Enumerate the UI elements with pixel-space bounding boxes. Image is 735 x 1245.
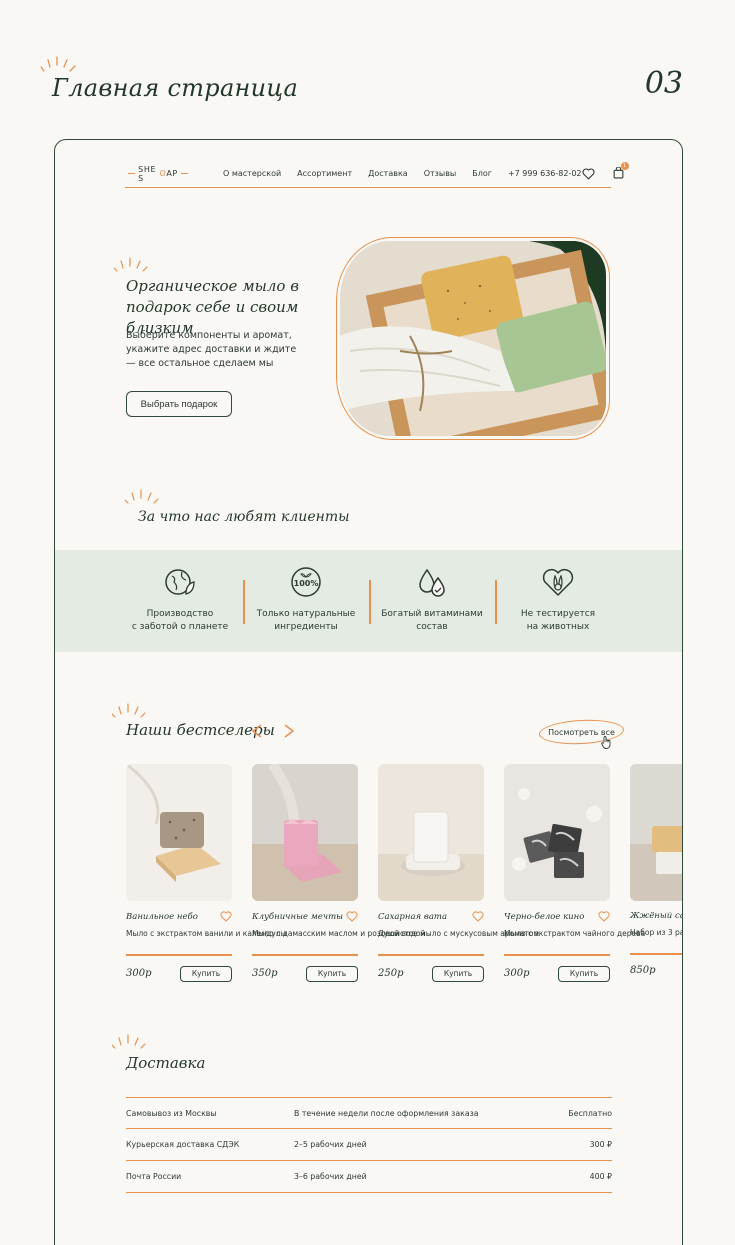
bunny-heart-icon — [542, 568, 574, 596]
arrow-right-icon[interactable] — [283, 724, 295, 738]
product-description: Мыло с экстрактом чайного дерева — [504, 929, 646, 938]
logo[interactable]: SHE S O AP — [125, 165, 191, 183]
natural-100-icon: 100% — [291, 567, 321, 597]
delivery-time: В течение недели после оформления заказа — [294, 1108, 479, 1118]
hand-cursor-icon — [601, 736, 611, 749]
delivery-method: Курьерская доставка СДЭК — [126, 1140, 240, 1149]
product-image[interactable] — [126, 764, 232, 901]
delivery-table: Самовывоз из Москвы В течение недели пос… — [126, 1097, 612, 1193]
planet-leaf-icon — [165, 569, 195, 595]
hero-text: Выберите компоненты и аромат, укажите ад… — [126, 330, 297, 369]
buy-button[interactable]: Купить — [432, 965, 484, 982]
cart-button[interactable]: 1 — [613, 161, 629, 181]
page-number: 03 — [644, 66, 683, 101]
drops-icon — [419, 568, 445, 597]
why-section-title: За что нас любят клиенты — [138, 509, 350, 525]
table-row: Почта России 3–6 рабочих дней 400 ₽ — [126, 1161, 612, 1193]
product-name: Клубничные мечты — [252, 911, 344, 922]
product-description: Мыло с дамасским маслом и розовой водой — [252, 929, 426, 938]
sun-decoration-icon — [112, 1034, 146, 1049]
page-title: Главная страница — [52, 74, 299, 102]
features-band: Производство с заботой о планете 100% То… — [55, 550, 682, 652]
product-name: Жжёный сах — [630, 911, 682, 921]
nav-link-about[interactable]: О мастерской — [223, 169, 281, 178]
product-card[interactable]: Ванильное небо Мыло с экстрактом ванили … — [126, 764, 287, 982]
product-description: Набор из 3 ра мыла — [630, 928, 682, 937]
nav-link-blog[interactable]: Блог — [472, 169, 492, 178]
buy-button[interactable]: Купить — [306, 965, 358, 982]
product-name: Сахарная вата — [378, 911, 448, 922]
feature-item: Богатый витаминами состав — [369, 566, 495, 636]
product-name: Черно-белое кино — [504, 911, 585, 922]
product-card[interactable]: Клубничные мечты Мыло с дамасским маслом… — [252, 764, 426, 982]
product-description: Мыло с экстрактом ванили и календулы — [126, 929, 287, 938]
feature-label: Не тестируется на животных — [520, 609, 596, 632]
buy-button[interactable]: Купить — [558, 965, 610, 982]
feature-label: Производство с заботой о планете — [131, 609, 229, 632]
delivery-time: 3–6 рабочих дней — [294, 1172, 367, 1181]
favorite-heart-icon[interactable] — [220, 911, 232, 922]
nav-link-assortment[interactable]: Ассортимент — [297, 169, 352, 178]
favorite-heart-icon[interactable] — [346, 911, 358, 922]
delivery-method: Почта России — [126, 1172, 182, 1181]
buy-button[interactable]: Купить — [180, 965, 232, 982]
product-description: Душистое мыло с мускусовым ароматом — [378, 929, 540, 938]
feature-item: Не тестируется на животных — [495, 566, 621, 636]
product-image[interactable] — [252, 764, 358, 901]
product-image[interactable] — [630, 764, 682, 901]
svg-text:100%: 100% — [294, 579, 319, 588]
product-image[interactable] — [504, 764, 610, 901]
top-navigation: SHE S O AP О мастерской Ассортимент Достав… — [125, 160, 629, 188]
table-row: Самовывоз из Москвы В течение недели пос… — [126, 1097, 612, 1129]
website-mockup-frame: SHE S O AP О мастерской Ассортимент Достав… — [54, 139, 683, 1245]
cart-count-badge: 1 — [620, 161, 629, 170]
presentation-header: Главная страница 03 — [0, 0, 735, 130]
table-row: Курьерская доставка СДЭК 2–5 рабочих дне… — [126, 1129, 612, 1161]
sun-decoration-icon — [112, 703, 146, 718]
hero-image — [336, 237, 610, 440]
product-card[interactable]: Черно-белое кино Мыло с экстрактом чайно… — [504, 764, 646, 982]
product-card[interactable]: Сахарная вата Душистое мыло с мускусовым… — [378, 764, 540, 982]
delivery-title: Доставка — [126, 1054, 206, 1072]
delivery-time: 2–5 рабочих дней — [294, 1140, 367, 1149]
product-price: 250р — [378, 968, 404, 979]
feature-item: 100% Только натуральные ингредиенты — [243, 566, 369, 636]
delivery-price: Бесплатно — [568, 1108, 612, 1118]
sun-decoration-icon — [40, 56, 76, 72]
product-carousel: Ванильное небо Мыло с экстрактом ванили … — [126, 764, 682, 994]
heart-icon[interactable] — [582, 167, 595, 180]
nav-link-delivery[interactable]: Доставка — [368, 169, 408, 178]
delivery-method: Самовывоз из Москвы — [126, 1108, 217, 1118]
favorite-heart-icon[interactable] — [598, 911, 610, 922]
nav-phone[interactable]: +7 999 636-82-02 — [508, 169, 582, 178]
choose-gift-button[interactable]: Выбрать подарок — [126, 391, 232, 417]
favorite-heart-icon[interactable] — [472, 911, 484, 922]
delivery-price: 300 ₽ — [589, 1140, 612, 1149]
nav-link-reviews[interactable]: Отзывы — [424, 169, 457, 178]
product-price: 300р — [126, 968, 152, 979]
feature-label: Только натуральные ингредиенты — [256, 609, 356, 632]
product-image[interactable] — [378, 764, 484, 901]
nav-links: О мастерской Ассортимент Доставка Отзывы… — [223, 169, 492, 178]
arrow-left-icon[interactable] — [251, 724, 263, 738]
product-card[interactable]: Жжёный сах Набор из 3 ра мыла 850р — [630, 764, 682, 976]
product-price: 850р — [630, 964, 656, 976]
product-price: 300р — [504, 968, 530, 979]
feature-item: Производство с заботой о планете — [117, 566, 243, 636]
sun-decoration-icon — [125, 489, 159, 504]
product-name: Ванильное небо — [126, 911, 198, 922]
feature-label: Богатый витаминами состав — [381, 609, 483, 632]
sun-decoration-icon — [114, 257, 148, 272]
nav-icons: 1 — [582, 161, 629, 181]
product-price: 350р — [252, 968, 278, 979]
delivery-price: 400 ₽ — [589, 1172, 612, 1181]
